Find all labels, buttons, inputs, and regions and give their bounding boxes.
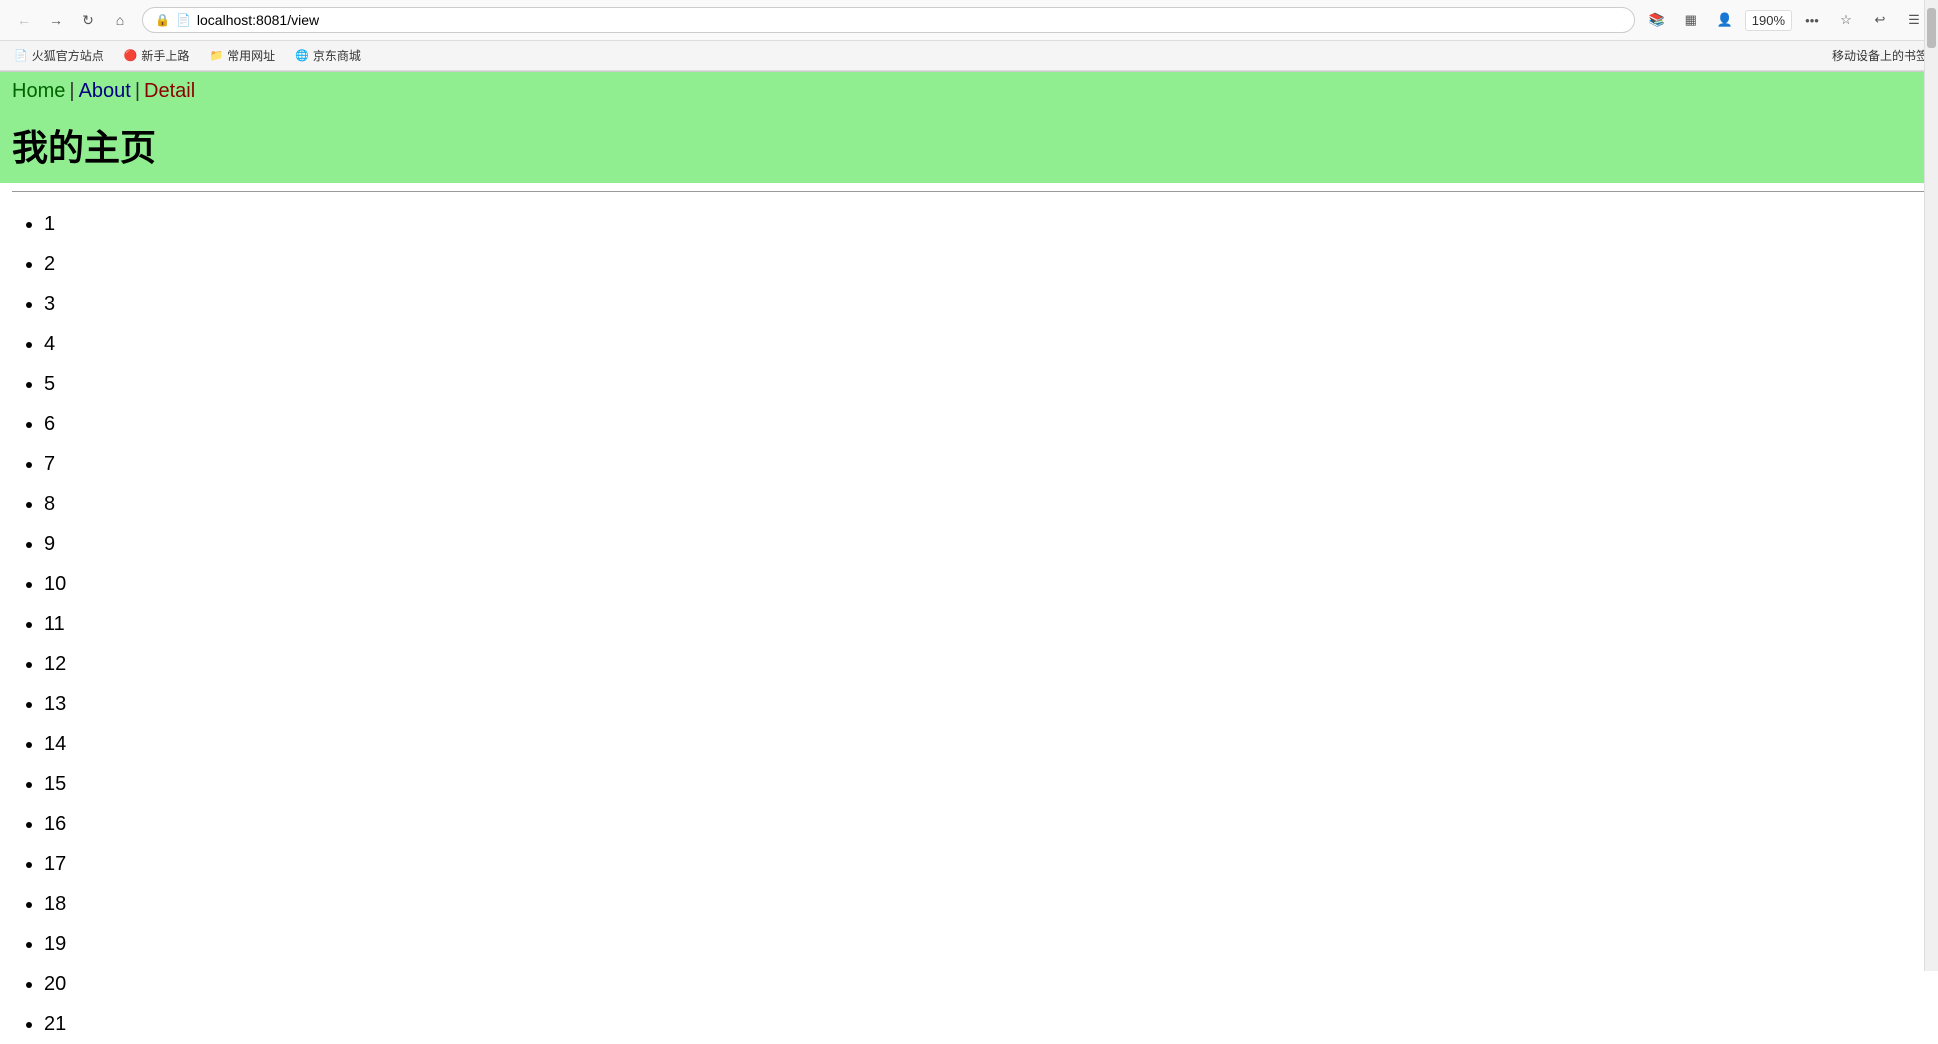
toolbar-right: 📚 ▦ 👤 190% ••• ☆ ↩ ☰ — [1643, 6, 1928, 34]
bookmark-newuser-icon: 🔴 — [124, 49, 138, 62]
content-divider — [12, 191, 1926, 192]
nav-home-link[interactable]: Home — [12, 80, 65, 103]
star-button[interactable]: ☆ — [1832, 6, 1860, 34]
undo-button[interactable]: ↩ — [1866, 6, 1894, 34]
list-item: 7 — [44, 444, 1926, 484]
more-button[interactable]: ••• — [1798, 6, 1826, 34]
nav-separator-2: | — [135, 80, 140, 103]
list-item: 15 — [44, 764, 1926, 804]
bookmark-firefox-label: 火狐官方站点 — [32, 47, 104, 64]
bookmark-jd[interactable]: 🌐 京东商城 — [291, 45, 365, 66]
list-item: 20 — [44, 964, 1926, 1004]
list-item: 19 — [44, 924, 1926, 964]
home-button[interactable]: ⌂ — [106, 6, 134, 34]
list-item: 5 — [44, 364, 1926, 404]
mobile-bookmarks-label[interactable]: 移动设备上的书签 — [1832, 47, 1928, 64]
bookmark-jd-icon: 🌐 — [295, 49, 309, 62]
bookmark-common-icon: 📁 — [209, 49, 223, 62]
page-title: 我的主页 — [0, 111, 1938, 183]
list-item: 14 — [44, 724, 1926, 764]
list-item: 3 — [44, 284, 1926, 324]
content-area: 123456789101112131415161718192021 — [0, 191, 1938, 1044]
bookmark-newuser-label: 新手上路 — [141, 47, 189, 64]
nav-links: Home | About | Detail — [12, 80, 1926, 103]
nav-header: Home | About | Detail — [0, 72, 1938, 111]
library-button[interactable]: 📚 — [1643, 6, 1671, 34]
list-item: 17 — [44, 844, 1926, 884]
list-item: 21 — [44, 1004, 1926, 1044]
list-item: 13 — [44, 684, 1926, 724]
zoom-display: 190% — [1745, 10, 1792, 31]
security-icon: 🔒 — [155, 13, 170, 27]
list-item: 10 — [44, 564, 1926, 604]
bookmark-jd-label: 京东商城 — [313, 47, 361, 64]
list-item: 16 — [44, 804, 1926, 844]
nav-buttons: ← → ↻ ⌂ — [10, 6, 134, 34]
list-item: 6 — [44, 404, 1926, 444]
bookmark-common-label: 常用网址 — [227, 47, 275, 64]
list-item: 8 — [44, 484, 1926, 524]
list-item: 9 — [44, 524, 1926, 564]
nav-detail-link[interactable]: Detail — [144, 80, 195, 103]
list-item: 1 — [44, 204, 1926, 244]
sidebar-button[interactable]: ▦ — [1677, 6, 1705, 34]
bookmark-common[interactable]: 📁 常用网址 — [205, 45, 279, 66]
address-input[interactable] — [197, 12, 1622, 28]
scrollbar-thumb[interactable] — [1927, 8, 1936, 48]
page-icon: 📄 — [176, 13, 191, 27]
bookmark-firefox-icon: 📄 — [14, 49, 28, 62]
address-bar-container: 🔒 📄 — [142, 7, 1635, 33]
scrollbar[interactable] — [1924, 0, 1938, 971]
refresh-button[interactable]: ↻ — [74, 6, 102, 34]
list-item: 18 — [44, 884, 1926, 924]
back-button[interactable]: ← — [10, 6, 38, 34]
list-item: 2 — [44, 244, 1926, 284]
number-list: 123456789101112131415161718192021 — [12, 204, 1926, 1044]
account-button[interactable]: 👤 — [1711, 6, 1739, 34]
nav-about-link[interactable]: About — [79, 80, 131, 103]
list-item: 4 — [44, 324, 1926, 364]
bookmark-firefox[interactable]: 📄 火狐官方站点 — [10, 45, 108, 66]
browser-chrome: ← → ↻ ⌂ 🔒 📄 📚 ▦ 👤 190% ••• ☆ ↩ ☰ 📄 火狐官方站… — [0, 0, 1938, 72]
bookmarks-bar: 📄 火狐官方站点 🔴 新手上路 📁 常用网址 🌐 京东商城 移动设备上的书签 — [0, 41, 1938, 71]
forward-button[interactable]: → — [42, 6, 70, 34]
page-content: Home | About | Detail 我的主页 1234567891011… — [0, 72, 1938, 1044]
list-item: 12 — [44, 644, 1926, 684]
list-item: 11 — [44, 604, 1926, 644]
nav-separator-1: | — [69, 80, 74, 103]
bookmark-newuser[interactable]: 🔴 新手上路 — [120, 45, 194, 66]
browser-toolbar: ← → ↻ ⌂ 🔒 📄 📚 ▦ 👤 190% ••• ☆ ↩ ☰ — [0, 0, 1938, 41]
